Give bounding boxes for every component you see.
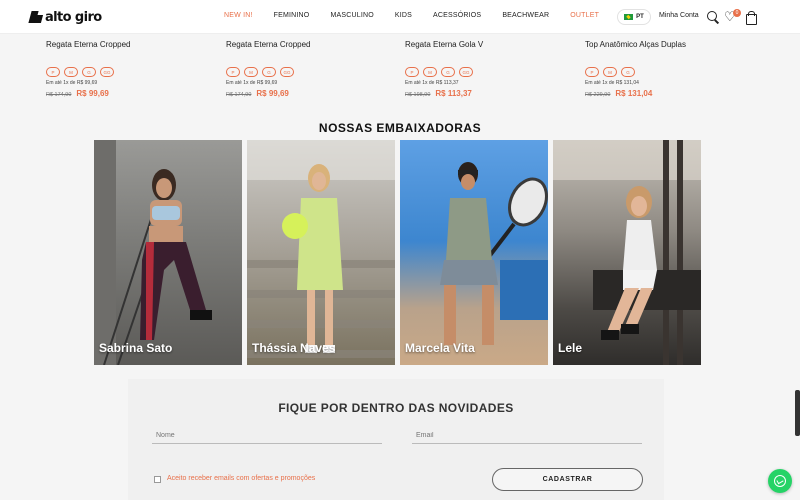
ambassador-card-marcela-vita[interactable]: Marcela Vita <box>400 140 548 365</box>
whatsapp-icon[interactable] <box>768 469 792 493</box>
nav-item-acessorios[interactable]: ACESSÓRIOS <box>433 12 481 19</box>
name-field[interactable] <box>152 427 382 444</box>
sale-price: R$ 99,69 <box>76 89 109 98</box>
size-option[interactable]: G <box>82 67 96 77</box>
newsletter-title: FIQUE POR DENTRO DAS NOVIDADES <box>278 401 514 415</box>
subscribe-button[interactable]: CADASTRAR <box>492 468 643 491</box>
nav-item-beachwear[interactable]: BEACHWEAR <box>502 12 549 19</box>
ambassador-name: Sabrina Sato <box>99 341 173 355</box>
ambassador-name: Thássia Naves <box>252 341 336 355</box>
wishlist-count-badge: 0 <box>733 9 741 17</box>
price-row: R$ 229,90 R$ 131,04 <box>585 89 745 98</box>
ambassadors-title: NOSSAS EMBAIXADORAS <box>318 121 482 135</box>
product-card[interactable]: Regata Eterna Cropped P M G GG Em até 1x… <box>226 40 386 98</box>
size-option[interactable]: M <box>64 67 78 77</box>
sale-price: R$ 113,37 <box>435 89 472 98</box>
installment-text: Em até 1x de R$ 113,37 <box>405 80 459 86</box>
language-selector[interactable]: PT <box>617 9 651 25</box>
size-option[interactable]: P <box>226 67 240 77</box>
price-row: R$ 174,90 R$ 99,69 <box>226 89 386 98</box>
product-name[interactable]: Regata Eterna Gola V <box>405 40 565 50</box>
price-row: R$ 198,90 R$ 113,37 <box>405 89 565 98</box>
product-card[interactable]: Top Anatômico Alças Duplas P M G Em até … <box>585 40 745 98</box>
nav-item-masculino[interactable]: MASCULINO <box>330 12 373 19</box>
size-option[interactable]: M <box>423 67 437 77</box>
shopping-bag-icon[interactable] <box>744 10 758 25</box>
size-option[interactable]: M <box>244 67 258 77</box>
size-option[interactable]: GG <box>100 67 114 77</box>
size-option[interactable]: G <box>441 67 455 77</box>
size-options: P M G GG <box>226 67 386 77</box>
old-price: R$ 198,90 <box>405 92 431 98</box>
logo-text: alto giro <box>45 9 102 25</box>
product-name[interactable]: Regata Eterna Cropped <box>226 40 386 50</box>
logo-mark-icon <box>30 11 42 23</box>
search-icon[interactable] <box>706 10 720 24</box>
consent-label[interactable]: Aceito receber emails com ofertas e prom… <box>167 475 315 482</box>
nav-item-kids[interactable]: KIDS <box>395 12 412 19</box>
language-label: PT <box>636 14 644 20</box>
old-price: R$ 174,90 <box>46 92 72 98</box>
size-options: P M G GG <box>46 67 206 77</box>
nav-item-outlet[interactable]: OUTLET <box>570 12 599 19</box>
account-link[interactable]: Minha Conta <box>659 12 699 19</box>
installment-text: Em até 1x de R$ 131,04 <box>585 80 639 86</box>
nav-item-feminino[interactable]: FEMININO <box>274 12 310 19</box>
ambassador-photo <box>553 140 701 365</box>
old-price: R$ 174,90 <box>226 92 252 98</box>
size-options: P M G GG <box>405 67 565 77</box>
ambassador-photo <box>94 140 212 365</box>
ambassador-photo <box>247 140 395 358</box>
installment-text: Em até 1x de R$ 99,69 <box>46 80 98 86</box>
product-name[interactable]: Top Anatômico Alças Duplas <box>585 40 745 50</box>
ambassador-card-thassia-naves[interactable]: Thássia Naves <box>247 140 395 365</box>
ambassador-card-sabrina-sato[interactable]: Sabrina Sato <box>94 140 242 365</box>
product-card[interactable]: Regata Eterna Cropped P M G GG Em até 1x… <box>46 40 206 98</box>
logo[interactable]: alto giro <box>30 9 102 25</box>
size-option[interactable]: G <box>621 67 635 77</box>
installment-text: Em até 1x de R$ 99,69 <box>226 80 278 86</box>
product-name[interactable]: Regata Eterna Cropped <box>46 40 206 50</box>
email-field[interactable] <box>412 427 642 444</box>
site-header: alto giro NEW IN! FEMININO MASCULINO KID… <box>0 0 800 34</box>
ambassador-photo <box>440 162 548 345</box>
old-price: R$ 229,90 <box>585 92 611 98</box>
product-card[interactable]: Regata Eterna Gola V P M G GG Em até 1x … <box>405 40 565 98</box>
ambassador-name: Lele <box>558 341 583 355</box>
size-option[interactable]: P <box>405 67 419 77</box>
ambassador-card-lele[interactable]: Lele <box>553 140 701 365</box>
consent-checkbox[interactable] <box>154 476 161 483</box>
nav-item-new-in[interactable]: NEW IN! <box>224 12 253 19</box>
sale-price: R$ 131,04 <box>615 89 653 98</box>
brazil-flag-icon <box>624 14 634 20</box>
newsletter-section: FIQUE POR DENTRO DAS NOVIDADES Aceito re… <box>128 379 664 500</box>
size-option[interactable]: P <box>46 67 60 77</box>
ambassador-name: Marcela Vita <box>405 341 475 355</box>
size-options: P M G <box>585 67 745 77</box>
scrollbar-thumb[interactable] <box>795 390 800 436</box>
size-option[interactable]: M <box>603 67 617 77</box>
size-option[interactable]: G <box>262 67 276 77</box>
size-option[interactable]: GG <box>280 67 294 77</box>
price-row: R$ 174,90 R$ 99,69 <box>46 89 206 98</box>
size-option[interactable]: GG <box>459 67 473 77</box>
main-nav: NEW IN! FEMININO MASCULINO KIDS ACESSÓRI… <box>224 12 620 19</box>
sale-price: R$ 99,69 <box>256 89 289 98</box>
size-option[interactable]: P <box>585 67 599 77</box>
